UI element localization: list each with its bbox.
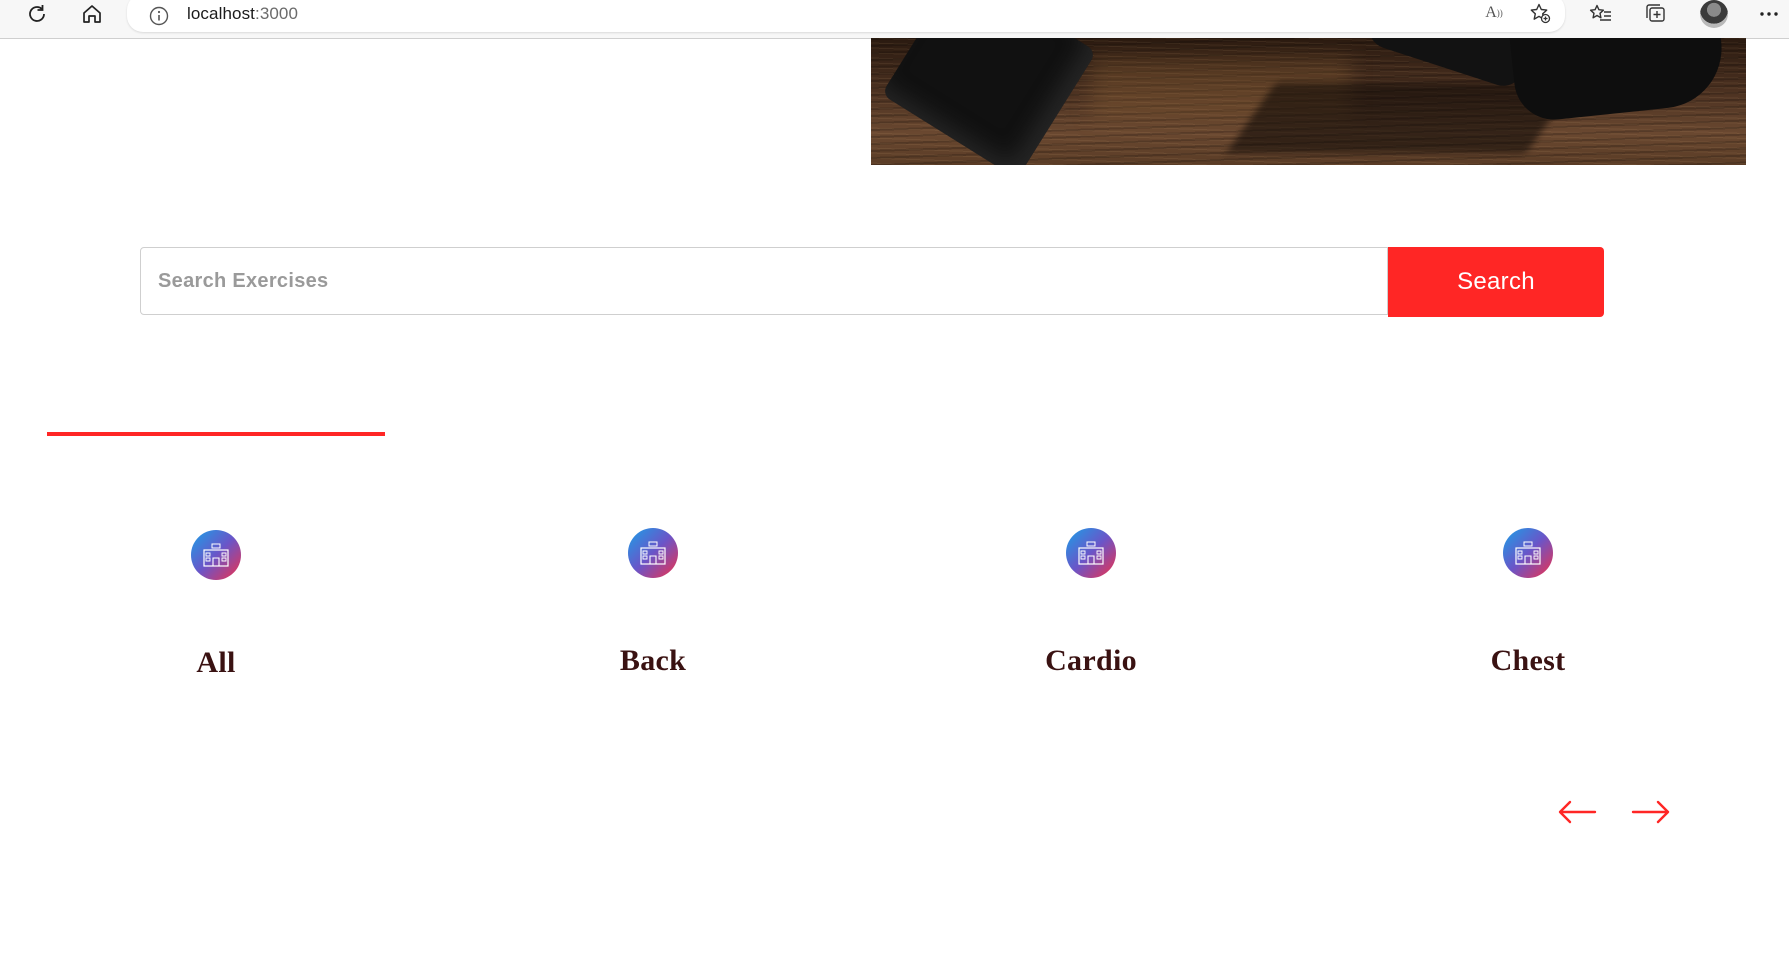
selected-category-indicator: [47, 432, 385, 436]
gym-icon: [191, 530, 241, 580]
category-label: Back: [619, 644, 687, 677]
category-label: All: [196, 646, 236, 679]
category-carousel: All Back Cardio Chest: [0, 520, 1789, 700]
hero-banner-image: [871, 38, 1746, 165]
read-aloud-icon[interactable]: A)): [1479, 0, 1509, 28]
gym-icon: [1066, 528, 1116, 578]
search-button[interactable]: Search: [1388, 247, 1604, 317]
browser-toolbar: localhost:3000 A)): [0, 0, 1789, 39]
category-card-back[interactable]: Back: [533, 520, 773, 690]
profile-avatar[interactable]: [1700, 0, 1728, 28]
category-label: Cardio: [1045, 644, 1137, 677]
gym-icon: [1503, 528, 1553, 578]
left-arrow-icon[interactable]: [1555, 797, 1599, 827]
search-input[interactable]: [140, 247, 1388, 315]
category-card-all[interactable]: All: [96, 520, 336, 690]
add-favorite-icon[interactable]: [1525, 0, 1555, 28]
favorites-icon[interactable]: [1582, 0, 1620, 28]
info-icon[interactable]: [149, 6, 169, 31]
home-icon[interactable]: [73, 0, 111, 28]
right-arrow-icon[interactable]: [1629, 797, 1673, 827]
category-card-cardio[interactable]: Cardio: [971, 520, 1211, 690]
collections-icon[interactable]: [1637, 0, 1675, 28]
category-label: Chest: [1490, 644, 1566, 677]
search-bar: Search: [140, 247, 1604, 317]
address-bar[interactable]: localhost:3000 A)): [127, 0, 1565, 32]
url-text[interactable]: localhost:3000: [187, 4, 298, 24]
category-card-chest[interactable]: Chest: [1408, 520, 1648, 690]
more-icon[interactable]: [1750, 0, 1788, 28]
refresh-icon[interactable]: [18, 0, 56, 28]
gym-icon: [628, 528, 678, 578]
